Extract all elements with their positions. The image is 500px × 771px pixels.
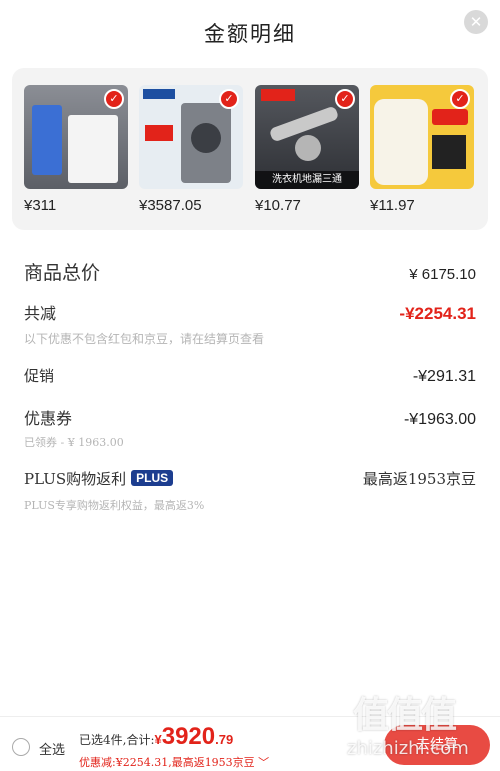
total-currency: ¥ <box>154 732 162 747</box>
select-all-label[interactable]: 全选 <box>39 739 65 758</box>
selected-prefix: 已选4件,合计: <box>79 733 155 747</box>
promo-value: -¥291.31 <box>412 368 476 385</box>
plus-value: 最高返1953京豆 <box>362 470 476 488</box>
promo-label: 促销 <box>24 367 55 385</box>
washing-machine-image: ✓ <box>139 85 243 189</box>
product-price: ¥11.97 <box>370 197 415 214</box>
total-discount-value: -¥2254.31 <box>399 304 476 323</box>
total-dec: .79 <box>215 732 234 747</box>
discount-note: 以下优惠不包含红包和京豆，请在结算页查看 <box>24 332 265 346</box>
coupon-value: -¥1963.00 <box>403 411 476 428</box>
total-discount-row: 共减 -¥2254.31 <box>24 300 476 324</box>
total-discount-label: 共减 <box>24 304 57 323</box>
product-item[interactable]: ✓ 洗衣机地漏三通 ¥10.77 <box>255 85 359 214</box>
product-list: ✓ ¥311 ✓ ¥3587.05 ✓ 洗衣机地漏三通 ¥10.77 ✓ ¥11… <box>12 68 488 230</box>
dust-cover-image: ✓ <box>370 85 474 189</box>
washing-machine-image: ✓ <box>24 85 128 189</box>
product-item[interactable]: ✓ ¥3587.05 <box>139 85 243 214</box>
goods-total-label: 商品总价 <box>24 262 101 284</box>
product-price: ¥3587.05 <box>139 197 202 214</box>
goods-total-value: ¥ 6175.10 <box>409 266 476 283</box>
checked-icon[interactable]: ✓ <box>219 89 239 109</box>
plus-row: PLUS购物返利 PLUS 最高返1953京豆 <box>24 468 476 489</box>
select-all-radio[interactable] <box>12 738 30 756</box>
product-price: ¥311 <box>24 197 57 214</box>
plus-note: PLUS专享购物返利权益，最高返3% <box>24 499 205 512</box>
product-item[interactable]: ✓ ¥11.97 <box>370 85 474 214</box>
selected-summary: 已选4件,合计:¥3920.79 <box>79 723 233 751</box>
total-int: 3920 <box>161 723 216 750</box>
checked-icon[interactable]: ✓ <box>104 89 124 109</box>
bottom-bar: 全选 已选4件,合计:¥3920.79 优惠减:¥2254.31,最高返1953… <box>0 716 500 771</box>
close-icon[interactable]: ✕ <box>464 10 488 34</box>
product-item[interactable]: ✓ ¥311 <box>24 85 128 214</box>
coupon-label: 优惠券 <box>24 409 73 428</box>
plus-badge: PLUS <box>131 470 174 486</box>
coupon-row: 优惠券 -¥1963.00 <box>24 405 476 429</box>
floor-drain-image: ✓ 洗衣机地漏三通 <box>255 85 359 189</box>
discount-detail-toggle[interactable]: 优惠减:¥2254.31,最高返1953京豆 ﹀ <box>79 754 269 770</box>
checked-icon[interactable]: ✓ <box>450 89 470 109</box>
product-price: ¥10.77 <box>255 197 301 214</box>
checked-icon[interactable]: ✓ <box>335 89 355 109</box>
product-caption: 洗衣机地漏三通 <box>255 171 359 189</box>
goods-total-row: 商品总价 ¥ 6175.10 <box>24 258 476 285</box>
coupon-note: 已领券 - ¥ 1963.00 <box>24 436 124 449</box>
plus-label: PLUS购物返利 <box>24 470 127 488</box>
page-title: 金额明细 <box>204 22 296 46</box>
promo-row: 促销 -¥291.31 <box>24 365 476 386</box>
plus-label-wrap: PLUS购物返利 PLUS <box>24 468 174 489</box>
checkout-button[interactable]: 去结算 <box>384 725 490 765</box>
